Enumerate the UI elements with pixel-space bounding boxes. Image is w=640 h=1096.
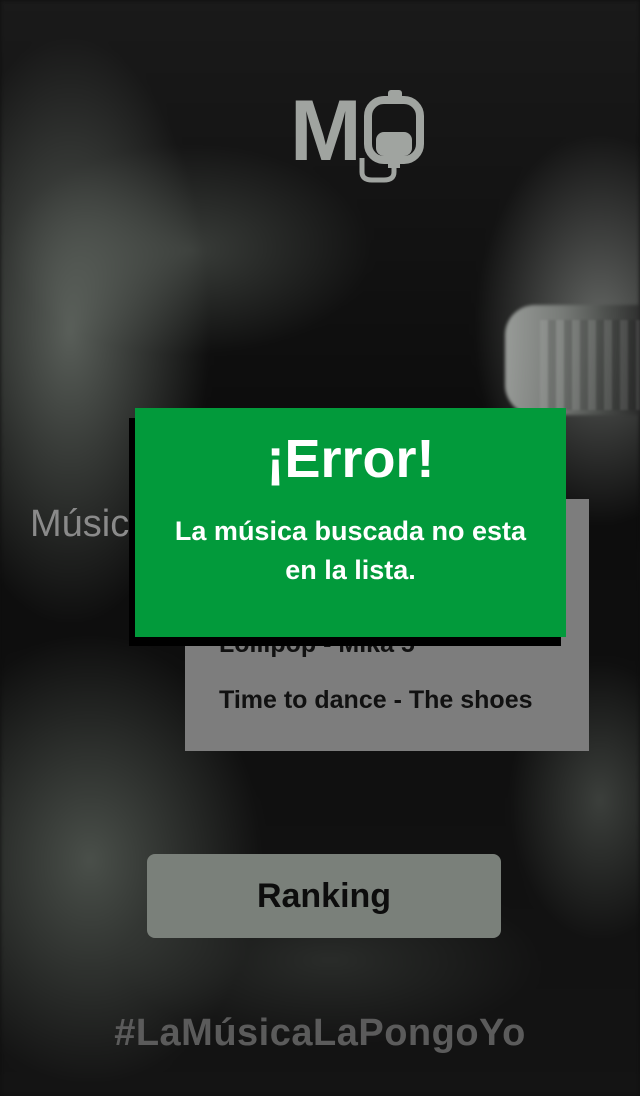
iv-bag-icon xyxy=(359,90,424,183)
background-bottle-neck xyxy=(540,320,640,410)
search-label: Músic xyxy=(30,503,130,545)
app-logo: M xyxy=(290,88,430,188)
error-modal-title: ¡Error! xyxy=(266,429,435,489)
hashtag-slogan: #LaMúsicaLaPongoYo xyxy=(114,1012,526,1054)
song-list-item[interactable]: Time to dance - The shoes xyxy=(219,686,533,715)
error-modal-message: La música buscada no esta en la lista. xyxy=(174,516,527,585)
ranking-button[interactable]: Ranking xyxy=(147,854,501,938)
error-modal[interactable]: ¡Error! La música buscada no esta en la … xyxy=(135,408,566,637)
